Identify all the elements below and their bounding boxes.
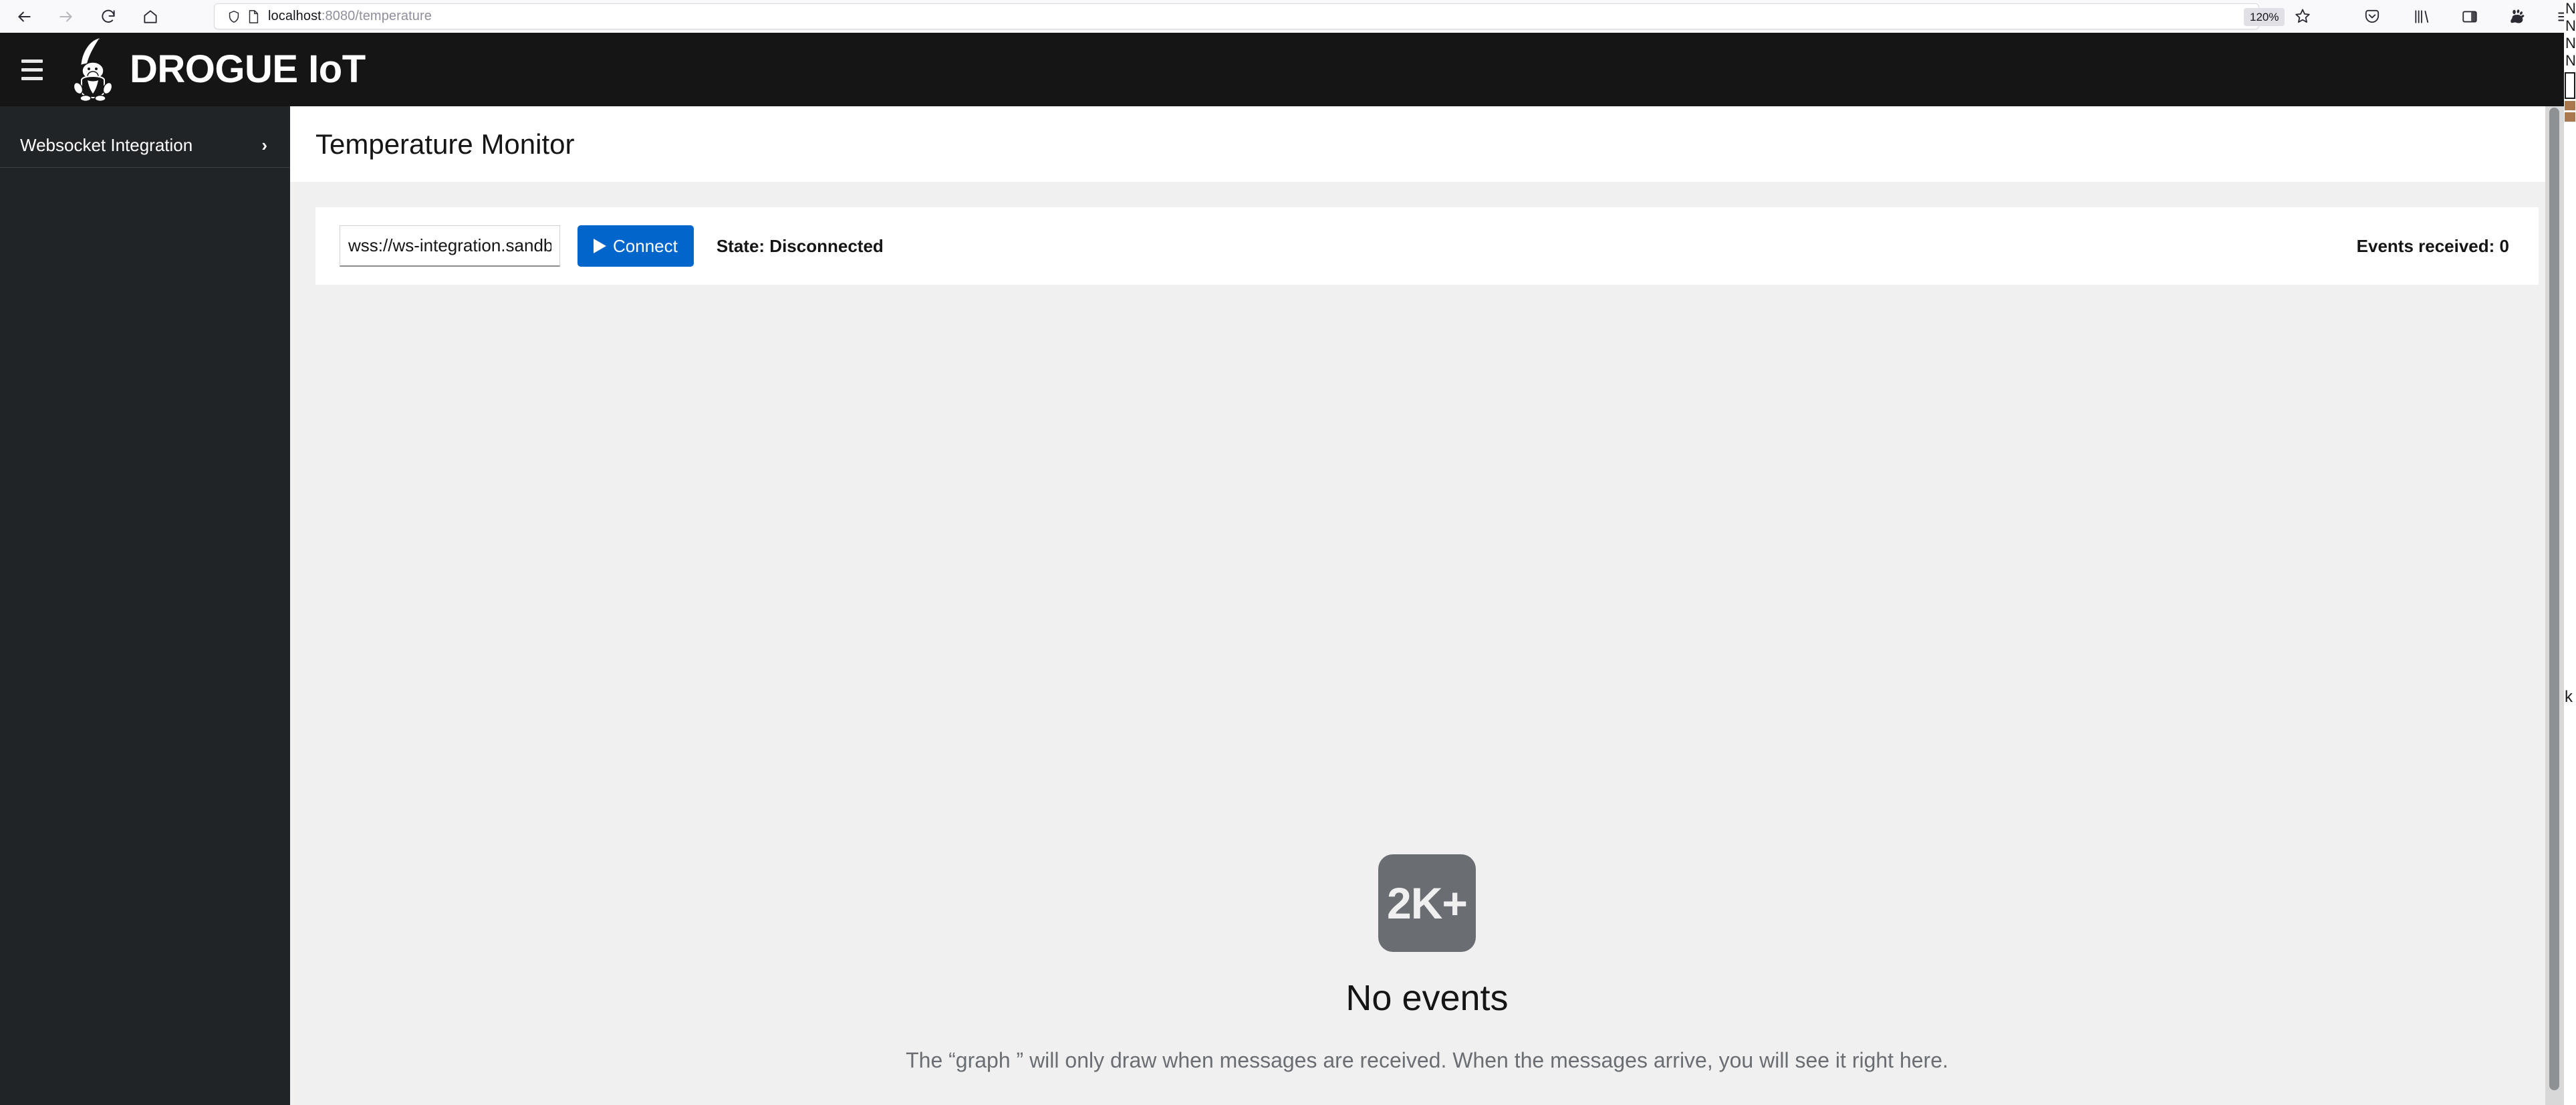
background-bar	[2565, 101, 2575, 110]
background-bar	[2565, 112, 2575, 122]
events-received-count: Events received: 0	[2356, 235, 2509, 256]
empty-state: 2K+ No events The “graph ” will only dra…	[290, 333, 2564, 1073]
hamburger-toggle-icon[interactable]	[12, 49, 52, 90]
back-button[interactable]	[9, 2, 39, 31]
hamburger-bar	[21, 68, 43, 72]
browser-nav-buttons	[0, 2, 165, 31]
filter-2k-plus-icon: 2K+	[1378, 854, 1476, 952]
connect-button[interactable]: Connect	[577, 225, 694, 267]
connect-button-label: Connect	[613, 235, 678, 256]
brand-title: DROGUE IoT	[130, 47, 366, 91]
sidebar: Websocket Integration ›	[0, 106, 290, 1105]
shield-icon[interactable]	[227, 9, 241, 24]
sidebar-item-websocket-integration[interactable]: Websocket Integration ›	[0, 124, 290, 168]
sidebar-item-label: Websocket Integration	[20, 135, 193, 155]
brand-link[interactable]: DROGUE IoT	[72, 33, 366, 106]
empty-icon-text: 2K+	[1387, 878, 1468, 928]
background-text-line: N	[2565, 52, 2576, 69]
background-text-line: N	[2565, 35, 2576, 51]
app-masthead: DROGUE IoT	[0, 33, 2564, 106]
connection-state-label: State: Disconnected	[716, 235, 884, 256]
background-text-line: N	[2565, 17, 2576, 34]
sidebar-nav: Websocket Integration ›	[0, 106, 290, 168]
background-text-line: N	[2565, 0, 2576, 17]
url-text: localhost:8080/temperature	[268, 9, 432, 23]
browser-chrome: localhost:8080/temperature 120%	[0, 0, 2576, 33]
extension-gnome-icon[interactable]	[2508, 7, 2528, 27]
background-window-sliver: N N N N k	[2564, 0, 2576, 1105]
scrollbar-thumb[interactable]	[2549, 108, 2559, 1090]
background-marker: k	[2565, 688, 2573, 706]
home-icon	[142, 8, 159, 25]
hamburger-bar	[21, 59, 43, 63]
page-content: Temperature Monitor Connect State: Disco…	[290, 106, 2564, 1105]
sidebar-icon[interactable]	[2460, 7, 2480, 27]
play-icon	[594, 239, 606, 253]
hamburger-bar	[21, 76, 43, 80]
pocket-icon[interactable]	[2362, 7, 2382, 27]
empty-state-title: No events	[1345, 978, 1509, 1018]
star-icon[interactable]	[2294, 7, 2311, 28]
background-box	[2565, 72, 2575, 99]
reload-button[interactable]	[94, 2, 123, 31]
empty-state-body: The “graph ” will only draw when message…	[906, 1048, 1948, 1072]
forward-button[interactable]	[51, 2, 81, 31]
websocket-url-input[interactable]	[340, 225, 560, 267]
vertical-scrollbar[interactable]	[2545, 106, 2564, 1105]
page-document-icon	[247, 9, 260, 24]
url-bar[interactable]: localhost:8080/temperature	[214, 3, 2259, 29]
library-icon[interactable]	[2412, 7, 2432, 27]
page-title: Temperature Monitor	[315, 128, 575, 160]
home-button[interactable]	[136, 2, 165, 31]
zoom-level-badge[interactable]: 120%	[2244, 8, 2285, 26]
arrow-right-icon	[57, 8, 75, 25]
reload-icon	[100, 8, 117, 25]
arrow-left-icon	[15, 8, 33, 25]
chevron-right-icon: ›	[261, 135, 267, 155]
drogue-gnome-logo	[72, 37, 120, 102]
page-header: Temperature Monitor	[290, 106, 2564, 182]
connection-toolbar: Connect State: Disconnected Events recei…	[315, 207, 2539, 285]
